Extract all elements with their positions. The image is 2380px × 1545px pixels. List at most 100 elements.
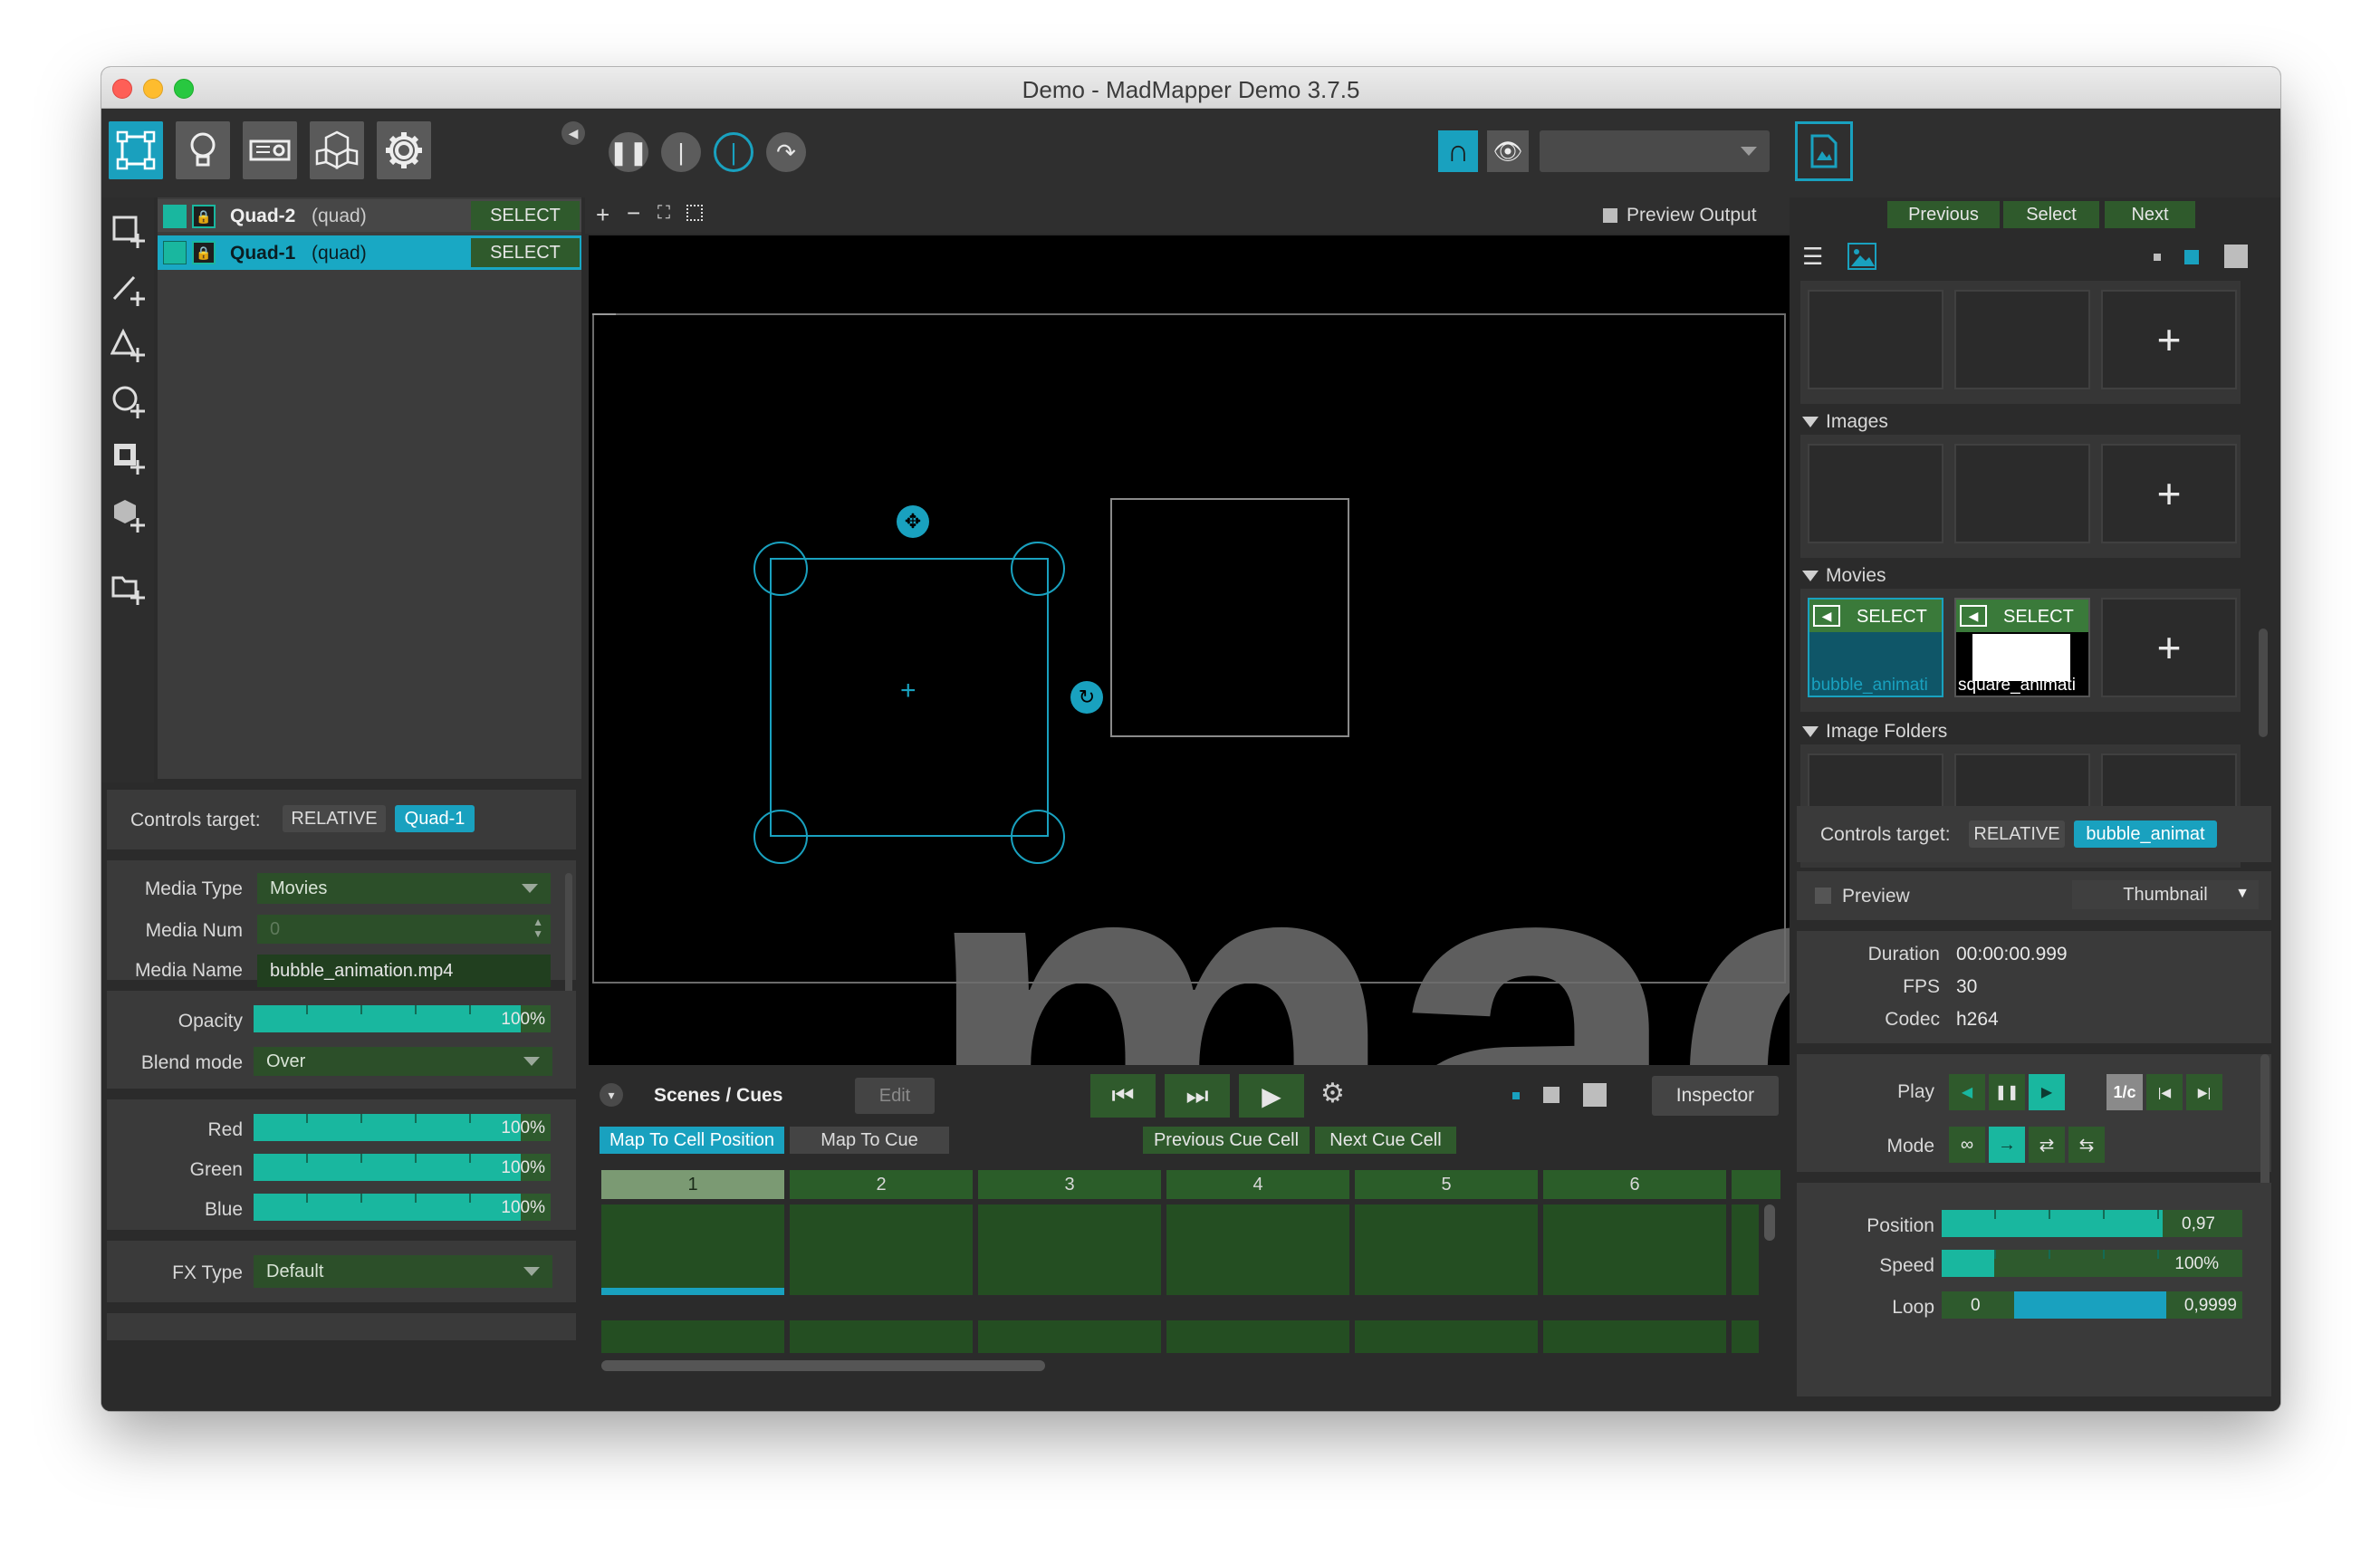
preview-checkbox[interactable]: [1815, 888, 1831, 904]
medium-view-icon[interactable]: [1543, 1087, 1559, 1103]
corner-handle[interactable]: [753, 542, 808, 596]
visibility-toggle[interactable]: [163, 241, 187, 264]
move-handle-icon[interactable]: ✥: [897, 505, 929, 538]
media-library-icon[interactable]: [1795, 121, 1853, 181]
map-to-cell-position-button[interactable]: Map To Cell Position: [600, 1127, 784, 1154]
3d-objects-icon[interactable]: [310, 121, 364, 179]
collapse-triangle-icon[interactable]: [1802, 571, 1819, 581]
cue-cell[interactable]: [601, 1204, 784, 1295]
cue-column-header[interactable]: 1: [601, 1170, 784, 1199]
cue-cell[interactable]: [1166, 1320, 1349, 1353]
pause-icon[interactable]: ❚❚: [1989, 1074, 2025, 1110]
add-movie-button[interactable]: +: [2101, 598, 2237, 697]
relative-toggle[interactable]: RELATIVE: [283, 805, 386, 832]
fit-icon[interactable]: ⛶: [657, 203, 670, 224]
add-quad-icon[interactable]: [109, 212, 149, 252]
blend-mode-select[interactable]: Over: [254, 1047, 552, 1076]
corner-handle[interactable]: [753, 810, 808, 864]
loop-mode-icon[interactable]: ∞: [1949, 1127, 1985, 1163]
collapse-triangle-icon[interactable]: [1802, 417, 1819, 427]
media-slot[interactable]: [1808, 444, 1943, 543]
add-media-button[interactable]: +: [2101, 290, 2237, 389]
surfaces-icon[interactable]: [109, 121, 163, 179]
movie-thumbnail[interactable]: ◀ SELECT square_animati: [1954, 598, 2090, 697]
cue-cell[interactable]: [1732, 1204, 1759, 1295]
surface-row-quad-1[interactable]: 🔒 Quad-1 (quad) SELECT: [158, 235, 581, 270]
add-circle-icon[interactable]: [109, 382, 149, 422]
scrollbar[interactable]: [2259, 629, 2268, 737]
inspector-button[interactable]: Inspector: [1652, 1076, 1779, 1116]
goto-start-icon[interactable]: |◀: [2146, 1074, 2183, 1110]
play-backward-icon[interactable]: ◀: [1949, 1074, 1985, 1110]
collapse-cues-icon[interactable]: ▾: [600, 1083, 623, 1107]
add-3d-object-icon[interactable]: [109, 496, 149, 536]
next-cue-cell-button[interactable]: Next Cue Cell: [1315, 1127, 1456, 1154]
media-type-select[interactable]: Movies: [257, 873, 551, 904]
rotate-handle-icon[interactable]: ↻: [1070, 681, 1103, 714]
scrollbar[interactable]: [601, 1360, 1045, 1371]
random-mode-icon[interactable]: ⇆: [2068, 1127, 2105, 1163]
image-view-icon[interactable]: [1847, 243, 1876, 270]
projector-icon[interactable]: [243, 121, 297, 179]
corner-handle[interactable]: [1011, 542, 1065, 596]
ping-pong-mode-icon[interactable]: ⇄: [2029, 1127, 2065, 1163]
add-image-button[interactable]: +: [2101, 444, 2237, 543]
edit-cues-button[interactable]: Edit: [855, 1078, 935, 1114]
controls-target-value[interactable]: bubble_animat: [2074, 820, 2217, 848]
cue-cell[interactable]: [1355, 1320, 1538, 1353]
relative-toggle[interactable]: RELATIVE: [1969, 820, 2065, 848]
opacity-slider[interactable]: 100%: [254, 1005, 551, 1032]
visibility-toggle[interactable]: [163, 205, 187, 228]
large-thumb-icon[interactable]: [2224, 245, 2248, 268]
stop-icon[interactable]: |: [661, 132, 701, 172]
lights-icon[interactable]: [176, 121, 230, 179]
one-over-c-button[interactable]: 1/c: [2106, 1074, 2143, 1110]
redo-icon[interactable]: ↷: [766, 132, 806, 172]
select-surface-button[interactable]: SELECT: [471, 238, 580, 267]
scrollbar[interactable]: [565, 873, 572, 1009]
large-view-icon[interactable]: [1583, 1083, 1607, 1107]
goto-end-icon[interactable]: ▶|: [2186, 1074, 2222, 1110]
surface-quad-2[interactable]: [1110, 498, 1349, 737]
media-name-field[interactable]: bubble_animation.mp4: [257, 955, 551, 987]
corner-handle[interactable]: [1011, 810, 1065, 864]
preview-play-icon[interactable]: ◀: [1960, 605, 1987, 627]
play-forward-icon[interactable]: ▶: [2029, 1074, 2065, 1110]
cue-column-header[interactable]: 2: [790, 1170, 973, 1199]
medium-thumb-icon[interactable]: [2184, 250, 2199, 264]
controls-target-value[interactable]: Quad-1: [395, 805, 475, 832]
previous-button[interactable]: Previous: [1887, 201, 2000, 228]
blue-slider[interactable]: 100%: [254, 1194, 551, 1221]
movie-select-label[interactable]: SELECT: [1857, 607, 1927, 628]
small-thumb-icon[interactable]: [2154, 254, 2161, 261]
previous-cue-cell-button[interactable]: Previous Cue Cell: [1143, 1127, 1310, 1154]
snap-icon[interactable]: ∩: [1438, 130, 1478, 172]
zoom-out-icon[interactable]: −: [627, 199, 640, 227]
add-group-folder-icon[interactable]: [109, 569, 149, 609]
pause-icon[interactable]: ❚❚: [609, 132, 648, 172]
movie-thumbnail[interactable]: ◀ SELECT bubble_animati: [1808, 598, 1943, 697]
cue-cell[interactable]: [1543, 1204, 1726, 1295]
green-slider[interactable]: 100%: [254, 1154, 551, 1181]
power-icon[interactable]: |: [714, 132, 753, 172]
cue-column-header[interactable]: 5: [1355, 1170, 1538, 1199]
scrollbar[interactable]: [1764, 1204, 1775, 1241]
cue-cell[interactable]: [1166, 1204, 1349, 1295]
output-dropdown[interactable]: [1540, 130, 1770, 172]
previous-cue-icon[interactable]: ⏮: [1090, 1074, 1156, 1118]
lock-icon[interactable]: 🔒: [192, 241, 216, 264]
cue-cell[interactable]: [601, 1320, 784, 1353]
fx-type-select[interactable]: Default: [254, 1255, 552, 1288]
cue-cell[interactable]: [790, 1204, 973, 1295]
cue-column-header[interactable]: 6: [1543, 1170, 1726, 1199]
cue-column-header[interactable]: 3: [978, 1170, 1161, 1199]
list-view-icon[interactable]: ☰: [1802, 243, 1829, 270]
position-slider[interactable]: 0,97: [1942, 1210, 2242, 1237]
play-once-mode-icon[interactable]: →: [1989, 1127, 2025, 1163]
next-cue-icon[interactable]: ⏭: [1165, 1074, 1230, 1118]
preview-play-icon[interactable]: ◀: [1813, 605, 1840, 627]
cue-cell[interactable]: [978, 1320, 1161, 1353]
add-triangle-icon[interactable]: [109, 326, 149, 366]
small-view-icon[interactable]: [1512, 1092, 1520, 1099]
mapping-canvas[interactable]: mad ✥ ↻ +: [589, 235, 1790, 1065]
